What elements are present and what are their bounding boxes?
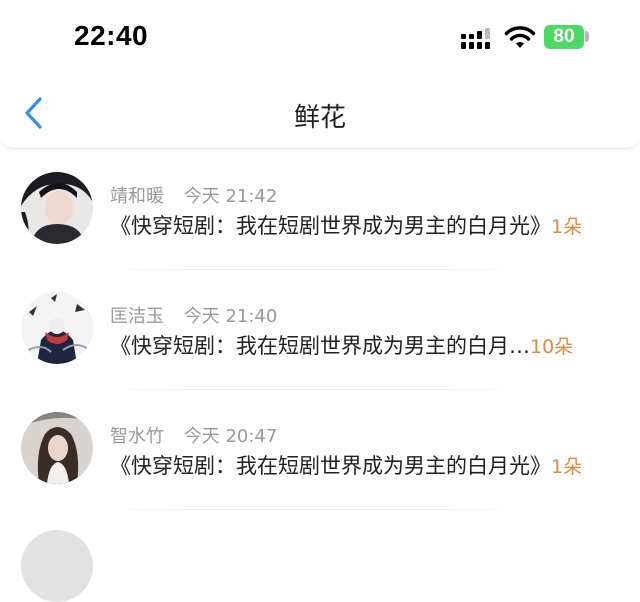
divider — [110, 509, 520, 510]
sender-name: 靖和暖 — [110, 186, 164, 207]
item-content: 《快穿短剧：我在短剧世界成为男主的白月… 10朵 — [110, 330, 618, 360]
list-item[interactable]: 智水竹 今天 20:47 《快穿短剧：我在短剧世界成为男主的白月光》 1朵 — [0, 390, 640, 510]
avatar[interactable] — [21, 530, 93, 602]
book-title: 《快穿短剧：我在短剧世界成为男主的白月光》 — [110, 214, 551, 238]
timestamp: 今天 20:47 — [183, 426, 278, 447]
sender-name: 智水竹 — [110, 426, 164, 447]
timestamp: 今天 21:40 — [183, 306, 278, 327]
battery-level: 80 — [544, 25, 584, 49]
avatar[interactable] — [21, 292, 93, 364]
flower-count: 1朵 — [551, 216, 583, 238]
avatar-image — [21, 172, 93, 244]
flower-feed-list: 靖和暖 今天 21:42 《快穿短剧：我在短剧世界成为男主的白月光》 1朵 匡洁… — [0, 150, 640, 510]
avatar-image — [21, 292, 93, 364]
timestamp: 今天 21:42 — [183, 186, 278, 207]
book-title: 《快穿短剧：我在短剧世界成为男主的白月光》 — [110, 454, 551, 478]
item-meta: 智水竹 今天 20:47 — [110, 422, 277, 448]
item-content: 《快穿短剧：我在短剧世界成为男主的白月光》 1朵 — [110, 210, 618, 240]
item-meta: 靖和暖 今天 21:42 — [110, 182, 277, 208]
item-content: 《快穿短剧：我在短剧世界成为男主的白月光》 1朵 — [110, 450, 618, 480]
wifi-icon — [504, 26, 536, 48]
item-meta: 匡洁玉 今天 21:40 — [110, 302, 277, 328]
battery-tip — [585, 31, 589, 42]
book-title: 《快穿短剧：我在短剧世界成为男主的白月… — [110, 334, 530, 358]
list-item[interactable]: 匡洁玉 今天 21:40 《快穿短剧：我在短剧世界成为男主的白月… 10朵 — [0, 270, 640, 390]
status-time: 22:40 — [74, 20, 149, 51]
avatar-image — [21, 412, 93, 484]
avatar[interactable] — [21, 172, 93, 244]
flower-count: 10朵 — [530, 336, 574, 358]
sender-name: 匡洁玉 — [110, 306, 164, 327]
page-title: 鲜花 — [293, 103, 346, 133]
flower-count: 1朵 — [551, 456, 583, 478]
cellular-signal-icon — [461, 28, 490, 49]
list-item[interactable]: 靖和暖 今天 21:42 《快穿短剧：我在短剧世界成为男主的白月光》 1朵 — [0, 150, 640, 270]
status-bar: 22:40 80 — [0, 0, 640, 80]
avatar[interactable] — [21, 412, 93, 484]
navigation-bar: 鲜花 — [0, 78, 640, 149]
